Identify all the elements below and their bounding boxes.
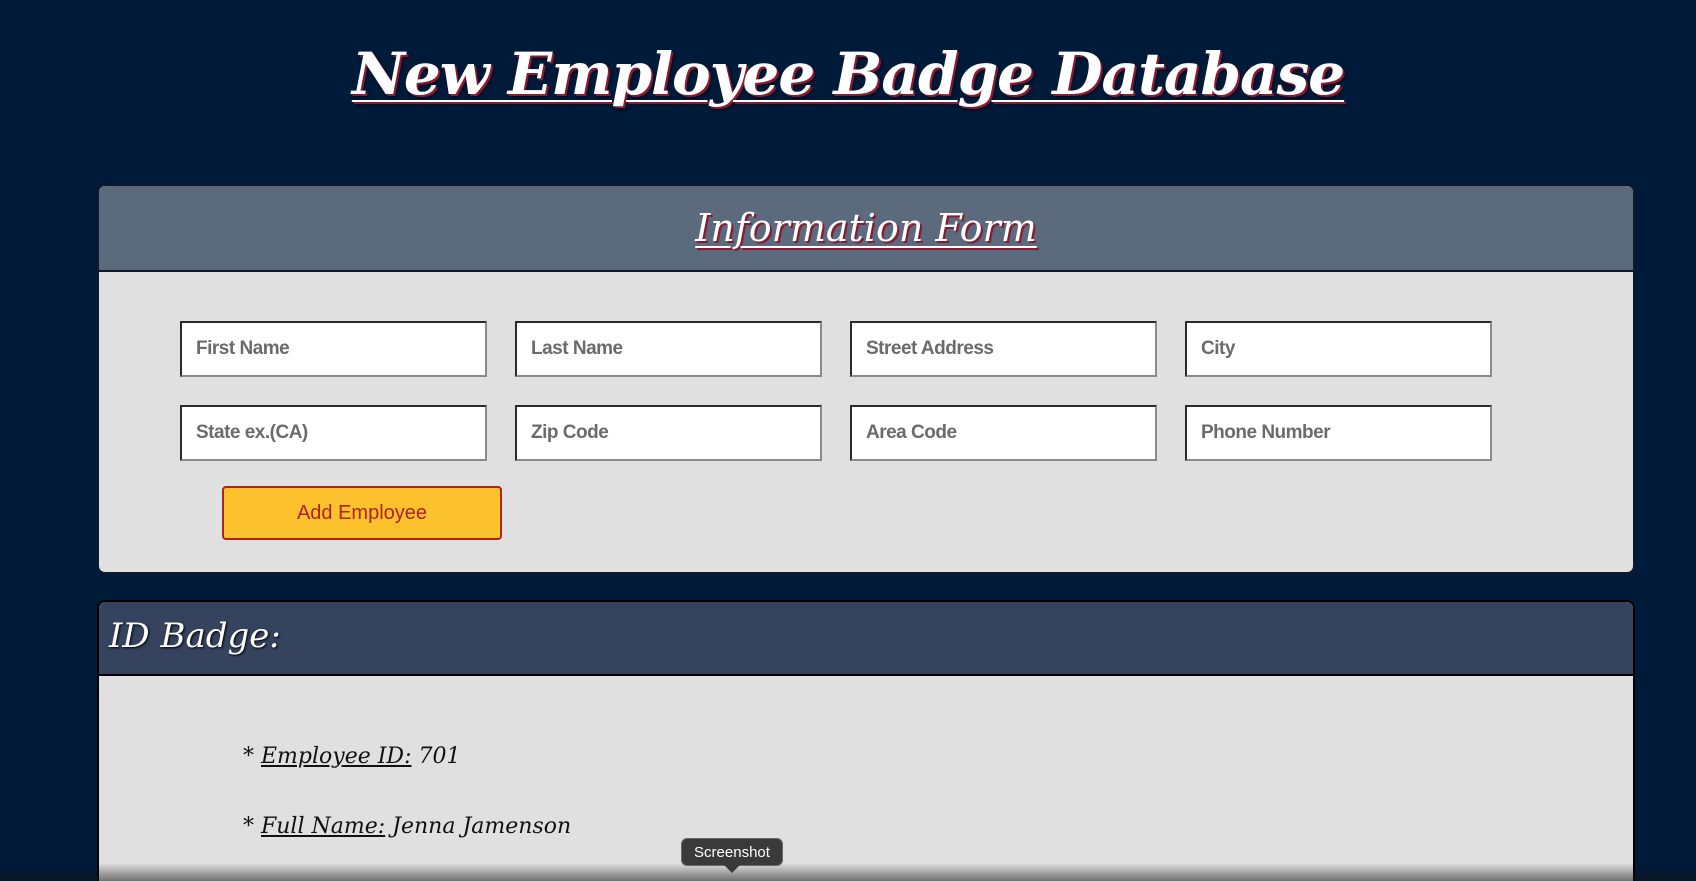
employee-id-value: 701 xyxy=(418,744,461,769)
badge-details-list: * Employee ID: 701 * Full Name: Jenna Ja… xyxy=(243,742,571,881)
employee-id-label: Employee ID: xyxy=(261,744,412,769)
full-name-label: Full Name: xyxy=(261,814,386,839)
first-name-input[interactable] xyxy=(180,321,487,377)
page-title: New Employee Badge Database xyxy=(351,40,1345,108)
state-input[interactable] xyxy=(180,405,487,461)
id-badge-panel: ID Badge: * Employee ID: 701 * Full Name… xyxy=(97,600,1635,881)
last-name-input[interactable] xyxy=(515,321,822,377)
street-address-input[interactable] xyxy=(850,321,1157,377)
zip-code-input[interactable] xyxy=(515,405,822,461)
screenshot-tooltip: Screenshot xyxy=(681,838,783,866)
information-form-header: Information Form xyxy=(99,186,1633,272)
dock-shadow xyxy=(0,863,1696,881)
information-form-title: Information Form xyxy=(695,206,1037,250)
area-code-input[interactable] xyxy=(850,405,1157,461)
id-badge-title: ID Badge: xyxy=(109,616,281,656)
tooltip-arrow-icon xyxy=(724,865,740,873)
phone-number-input[interactable] xyxy=(1185,405,1492,461)
add-employee-button[interactable]: Add Employee xyxy=(222,486,502,540)
bullet-marker: * xyxy=(243,744,254,769)
information-form-panel: Information Form Add Employee xyxy=(97,184,1635,574)
bullet-marker: * xyxy=(243,814,254,839)
badge-row-employee-id: * Employee ID: 701 xyxy=(243,742,571,812)
full-name-value: Jenna Jamenson xyxy=(392,814,572,839)
id-badge-header: ID Badge: xyxy=(99,602,1633,676)
city-input[interactable] xyxy=(1185,321,1492,377)
